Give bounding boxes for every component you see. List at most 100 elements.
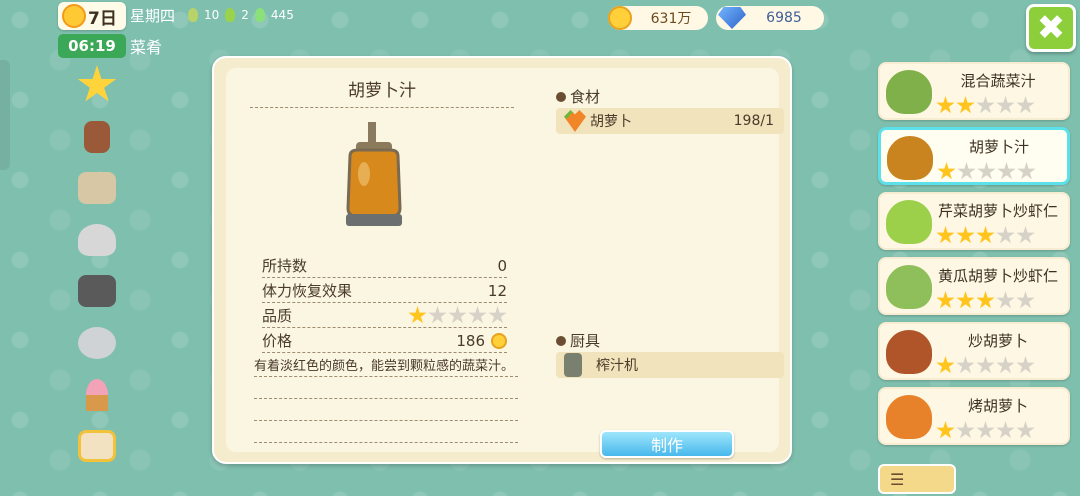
list-icon: ☰: [890, 469, 905, 489]
star-icon: [956, 226, 975, 244]
make-button[interactable]: 制作: [600, 430, 734, 458]
star-icon: [1016, 291, 1035, 309]
close-button[interactable]: ✖: [1026, 4, 1076, 52]
rail-item-pot[interactable]: [72, 318, 122, 368]
coin-icon: [491, 332, 507, 349]
rail-item-prep[interactable]: [72, 163, 122, 213]
category-label: 菜肴: [130, 38, 163, 57]
list-view-button[interactable]: ☰: [878, 464, 956, 494]
recipe-name: 黄瓜胡萝卜炒虾仁: [937, 267, 1058, 285]
star-icon: [996, 291, 1015, 309]
quality-row: 品质: [262, 304, 507, 328]
recipe-card[interactable]: 胡萝卜汁: [878, 127, 1070, 185]
recipe-stars: [936, 356, 1035, 375]
steamer-icon: [78, 223, 116, 256]
rail-item-drinks[interactable]: [72, 112, 122, 162]
rail-item-dessert[interactable]: [72, 370, 122, 420]
star-icon: [956, 291, 975, 309]
star-icon: [976, 291, 995, 309]
panel-content: 胡萝卜汁 所持数 0 体力恢复效果 12 品质 价格 186 有着淡红色的颜色，…: [226, 68, 784, 458]
divider: [254, 442, 518, 443]
star-icon: [996, 356, 1015, 374]
recipe-stars: [936, 291, 1035, 310]
recipe-card[interactable]: 芹菜胡萝卜炒虾仁: [878, 192, 1070, 250]
star-icon: [937, 162, 956, 180]
star-icon: [957, 162, 976, 180]
star-icon: [976, 421, 995, 439]
star-icon: [936, 421, 955, 439]
gem-counter[interactable]: 6985: [716, 6, 824, 30]
quality-stars: [408, 306, 507, 325]
dish-icon: [886, 330, 932, 374]
oven-icon: [78, 430, 116, 463]
star-icon: [956, 356, 975, 374]
sun-icon: [62, 4, 86, 28]
star-icon: [977, 162, 996, 180]
recipe-name: 烤胡萝卜: [967, 397, 1028, 415]
star-icon: [976, 96, 995, 114]
bullet-icon: [556, 91, 566, 102]
gold-counter[interactable]: 631万: [608, 6, 708, 30]
star-icon: [976, 356, 995, 374]
sprout-icon: [225, 8, 236, 22]
recipe-name: 混合蔬菜汁: [960, 72, 1036, 90]
recipe-stars: [936, 96, 1035, 115]
star-icon: [1017, 162, 1036, 180]
star-icon: [468, 306, 487, 324]
star-icon: [976, 226, 995, 244]
price-row: 价格 186: [262, 329, 507, 353]
star-icon: [996, 421, 1015, 439]
side-drawer-handle[interactable]: [0, 60, 10, 170]
recipe-name: 胡萝卜汁: [968, 138, 1029, 156]
recipe-stars: [936, 226, 1035, 245]
category-rail: [72, 60, 122, 473]
ice-cream-icon: [86, 378, 108, 411]
held-count-row: 所持数 0: [262, 254, 507, 278]
star-icon: [936, 356, 955, 374]
dish-icon: [886, 70, 932, 114]
recipe-card[interactable]: 黄瓜胡萝卜炒虾仁: [878, 257, 1070, 315]
divider: [254, 420, 518, 421]
pot-icon: [78, 326, 116, 359]
star-icon: [997, 162, 1016, 180]
clock-time: 06:19: [58, 34, 126, 58]
ingredient-row: 胡萝卜 198/1: [556, 108, 784, 134]
divider: [254, 398, 518, 399]
rail-item-grill[interactable]: [72, 266, 122, 316]
bullet-icon: [556, 335, 566, 346]
tool-row: 榨汁机: [556, 352, 784, 378]
juicer-icon: [564, 353, 582, 377]
cutting-board-icon: [78, 172, 116, 205]
diamond-icon: [718, 7, 746, 29]
ingredients-heading: 食材: [556, 86, 600, 107]
weekday-label: 星期四: [130, 7, 176, 25]
star-icon: [448, 306, 467, 324]
dish-icon: [886, 265, 932, 309]
coin-icon: [608, 6, 632, 30]
recipe-card[interactable]: 炒胡萝卜: [878, 322, 1070, 380]
recipe-card[interactable]: 混合蔬菜汁: [878, 62, 1070, 120]
star-icon: [1016, 421, 1035, 439]
rail-item-oven[interactable]: [72, 421, 122, 471]
star-icon: [996, 96, 1015, 114]
rail-item-steam[interactable]: [72, 215, 122, 265]
rail-item-favorites[interactable]: [72, 60, 122, 110]
heart-icon: [254, 8, 265, 22]
item-title: 胡萝卜汁: [250, 76, 514, 108]
recipe-detail-panel: 胡萝卜汁 所持数 0 体力恢复效果 12 品质 价格 186 有着淡红色的颜色，…: [212, 56, 792, 464]
stamina-row: 体力恢复效果 12: [262, 279, 507, 303]
star-icon: [936, 96, 955, 114]
tools-heading: 厨具: [556, 330, 600, 351]
star-icon: [428, 306, 447, 324]
carrot-juice-jar-icon: [346, 122, 402, 226]
day-badge: 7日: [58, 2, 126, 30]
seed-icon: [188, 8, 198, 22]
recipe-stars: [936, 421, 1035, 440]
star-icon: [408, 306, 427, 324]
star-icon: [936, 226, 955, 244]
recipe-name: 芹菜胡萝卜炒虾仁: [937, 202, 1058, 220]
dish-icon: [886, 200, 932, 244]
carrot-icon: [564, 110, 586, 132]
recipe-card[interactable]: 烤胡萝卜: [878, 387, 1070, 445]
star-icon: [936, 291, 955, 309]
